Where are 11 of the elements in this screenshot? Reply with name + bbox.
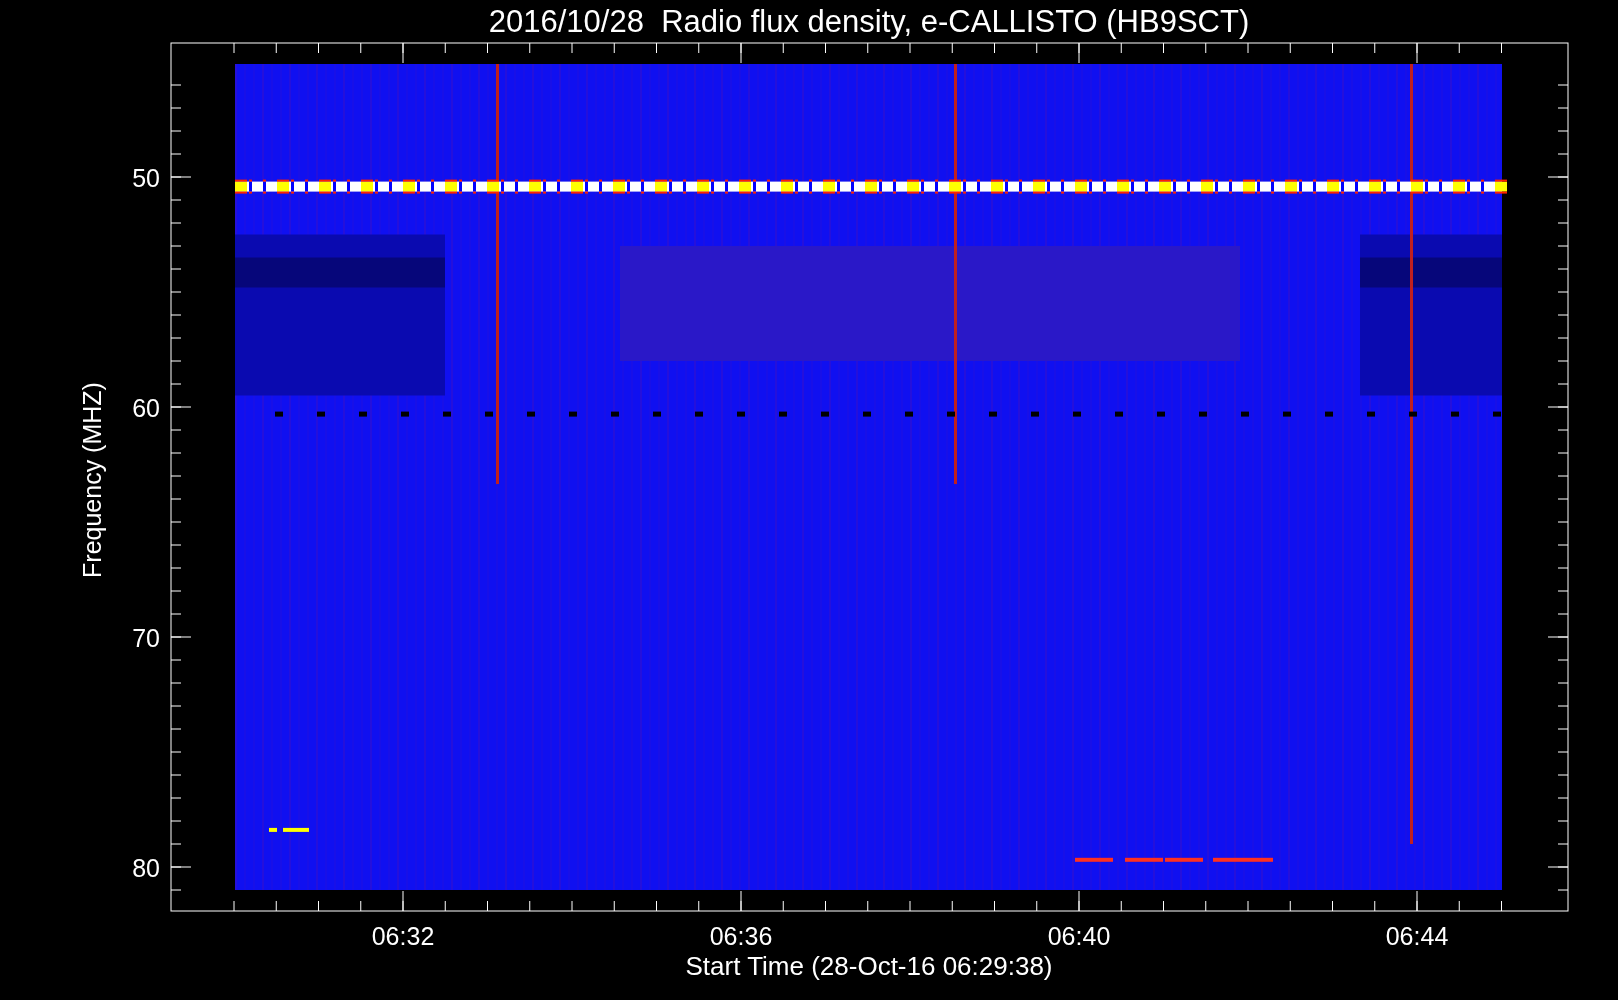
y-tick-label: 70 [132, 624, 160, 652]
x-tick-label: 06:36 [709, 922, 773, 950]
y-tick-label: 80 [132, 854, 160, 882]
chart-title: 2016/10/28 Radio flux density, e-CALLISTO (HB9SCT) [488, 4, 1250, 39]
x-tick-label: 06:40 [1047, 922, 1111, 950]
x-axis-title: Start Time (28-Oct-16 06:29:38) [685, 951, 1053, 981]
y-tick-label: 50 [132, 164, 160, 192]
y-axis-title: Frequency (MHZ) [78, 382, 106, 578]
x-tick-label: 06:44 [1385, 922, 1449, 950]
x-tick-label: 06:32 [371, 922, 435, 950]
y-tick-label: 60 [132, 394, 160, 422]
